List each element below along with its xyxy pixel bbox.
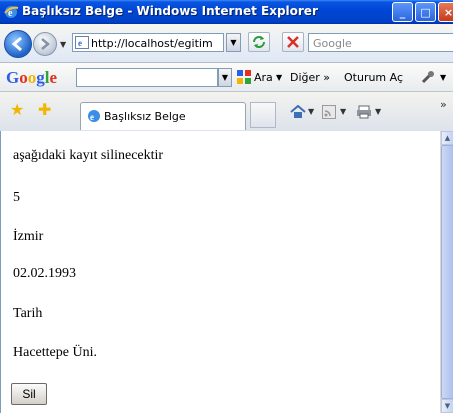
back-arrow-icon [11, 36, 22, 52]
page-content: aşağıdaki kayıt silinecektir 5 İzmir 02.… [0, 131, 440, 413]
google-logo-letter: G [6, 68, 20, 87]
home-icon[interactable] [290, 105, 306, 119]
refresh-icon [253, 36, 265, 48]
add-favorites-icon[interactable]: ✚ [38, 102, 51, 118]
svg-text:e: e [8, 8, 13, 19]
forward-button[interactable] [33, 32, 57, 56]
google-logo-letter: g [36, 68, 45, 87]
address-toolbar: ▼ e http://localhost/egitim ▼ Google [0, 24, 453, 63]
maximize-button[interactable]: □ [415, 2, 436, 22]
record-id: 5 [13, 190, 20, 205]
record-field-label: Tarih [13, 306, 43, 321]
more-tools-chevron-icon[interactable]: » [440, 98, 447, 111]
google-logo-letter: o [27, 68, 37, 87]
search-placeholder: Google [313, 37, 352, 50]
sign-in-button[interactable]: Oturum Aç [344, 71, 403, 84]
back-button[interactable] [4, 30, 32, 58]
scroll-up-button[interactable]: ▲ [441, 131, 453, 145]
scroll-thumb[interactable] [441, 145, 453, 399]
home-dropdown-icon[interactable]: ▼ [308, 107, 314, 116]
message-text: aşağıdaki kayıt silinecektir [13, 148, 164, 163]
google-logo[interactable]: Google [6, 68, 57, 88]
tab-bar: ★ ✚ e Başlıksız Belge ▼ ▼ ▼ » [0, 92, 453, 132]
refresh-button[interactable] [248, 32, 270, 52]
address-dropdown-button[interactable]: ▼ [226, 33, 241, 52]
new-tab-button[interactable] [250, 102, 276, 128]
recent-pages-dropdown-icon[interactable]: ▼ [60, 40, 66, 49]
window-title: Başlıksız Belge - Windows Internet Explo… [22, 4, 318, 18]
google-logo-letter: o [19, 68, 28, 87]
feeds-dropdown-icon[interactable]: ▼ [340, 107, 346, 116]
google-search-dropdown-button[interactable]: ▼ [218, 68, 232, 87]
address-url: http://localhost/egitim [91, 37, 213, 50]
scroll-down-button[interactable]: ▼ [441, 399, 453, 413]
svg-text:e: e [78, 38, 82, 48]
feeds-icon[interactable] [322, 105, 336, 119]
tab-label: Başlıksız Belge [104, 110, 186, 123]
page-icon: e [88, 110, 100, 122]
internet-explorer-icon: e [4, 6, 19, 19]
search-dropdown-icon[interactable]: ▼ [276, 73, 282, 82]
google-search-icon[interactable] [236, 69, 252, 85]
google-logo-letter: e [49, 68, 58, 87]
svg-text:e: e [90, 112, 94, 122]
delete-button[interactable]: Sil [11, 383, 47, 405]
wrench-icon[interactable] [420, 69, 436, 85]
google-search-button[interactable]: Ara [254, 71, 273, 84]
vertical-scrollbar[interactable]: ▲ ▼ [440, 131, 453, 413]
title-bar: e Başlıksız Belge - Windows Internet Exp… [0, 0, 453, 24]
close-button[interactable]: × [438, 2, 453, 22]
record-date: 02.02.1993 [13, 266, 76, 281]
print-icon[interactable] [356, 105, 372, 119]
search-input[interactable]: Google [308, 33, 453, 52]
minimize-button[interactable]: _ [392, 2, 413, 22]
google-toolbar: Google ▼ Ara ▼ Diğer » Oturum Aç ▼ [0, 63, 453, 92]
stop-button[interactable] [282, 32, 304, 52]
more-button[interactable]: Diğer » [290, 71, 330, 84]
print-dropdown-icon[interactable]: ▼ [375, 107, 381, 116]
address-input[interactable]: e http://localhost/egitim [72, 33, 224, 52]
favorites-star-icon[interactable]: ★ [10, 102, 24, 118]
tab-active[interactable]: e Başlıksız Belge [80, 102, 246, 130]
settings-dropdown-icon[interactable]: ▼ [440, 73, 446, 82]
page-icon: e [75, 36, 89, 49]
record-school: Hacettepe Üni. [13, 345, 97, 360]
ie-window: e Başlıksız Belge - Windows Internet Exp… [0, 0, 453, 413]
google-search-input[interactable] [76, 68, 218, 87]
stop-icon [287, 36, 299, 48]
record-city: İzmir [13, 229, 44, 244]
forward-arrow-icon [41, 38, 50, 50]
